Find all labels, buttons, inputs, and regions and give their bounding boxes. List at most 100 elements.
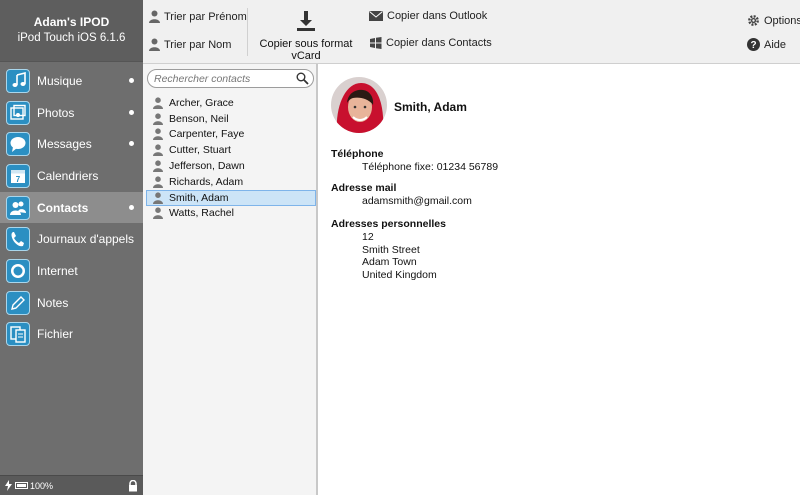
- contact-row[interactable]: Carpenter, Faye: [146, 127, 316, 143]
- toolbar: Trier par Prénom Trier par Nom Copier so…: [143, 0, 800, 64]
- contact-row-name: Benson, Neil: [169, 112, 229, 125]
- device-model: iPod Touch iOS 6.1.6: [17, 32, 126, 44]
- address-title: Adresses personnelles: [331, 218, 446, 230]
- sort-by-lastname-button[interactable]: Trier par Nom: [149, 38, 231, 51]
- person-icon: [153, 113, 163, 125]
- internet-icon: [6, 258, 30, 283]
- download-icon: [297, 11, 315, 31]
- phone-title: Téléphone: [331, 148, 384, 160]
- contact-detail: Smith, Adam Téléphone Téléphone fixe: 01…: [318, 64, 800, 495]
- contact-row[interactable]: Watts, Rachel: [146, 206, 316, 222]
- contact-row[interactable]: Cutter, Stuart: [146, 142, 316, 158]
- contact-row[interactable]: Richards, Adam: [146, 174, 316, 190]
- svg-text:7: 7: [16, 175, 21, 184]
- person-icon: [153, 144, 163, 157]
- help-button[interactable]: ? Aide: [747, 38, 786, 51]
- search-input[interactable]: [154, 72, 294, 85]
- contact-row-name: Watts, Rachel: [169, 207, 234, 220]
- sidebar-item-label: Internet: [37, 263, 78, 278]
- copy-to-contacts-button[interactable]: Copier dans Contacts: [369, 37, 492, 49]
- person-icon: [149, 38, 160, 51]
- sidebar-item-journaux-d-appels[interactable]: Journaux d'appels: [0, 223, 143, 255]
- battery-level: 100%: [30, 480, 54, 491]
- charging-icon: [5, 480, 12, 491]
- calendar-icon: 7: [6, 163, 30, 188]
- sync-dot: [129, 204, 134, 210]
- gear-icon: [748, 15, 759, 26]
- sidebar-item-musique[interactable]: Musique: [0, 65, 143, 97]
- phone-value: Téléphone fixe: 01234 56789: [362, 161, 499, 173]
- sync-dot: [129, 141, 134, 147]
- contact-row-name: Richards, Adam: [169, 175, 244, 188]
- options-button[interactable]: Options: [747, 14, 800, 27]
- sidebar-item-internet[interactable]: Internet: [0, 255, 143, 287]
- contact-row[interactable]: Jefferson, Dawn: [146, 158, 316, 174]
- messages-icon: [6, 132, 30, 157]
- address-line: Smith Street: [362, 243, 420, 256]
- lock-icon[interactable]: [128, 480, 138, 492]
- sidebar-item-label: Messages: [37, 137, 92, 152]
- device-name: Adam's IPOD: [33, 15, 110, 29]
- sync-dot: [129, 78, 134, 83]
- address-line: Adam Town: [362, 256, 417, 269]
- contact-row-name: Archer, Grace: [169, 96, 234, 109]
- contact-list-pane: Archer, Grace Benson, Neil Carpenter, Faye…: [143, 64, 318, 495]
- contact-row[interactable]: Benson, Neil: [146, 111, 316, 127]
- sidebar-item-fichier[interactable]: Fichier: [0, 319, 143, 351]
- sidebar-item-label: Fichier: [37, 327, 74, 342]
- contact-row-name: Jefferson, Dawn: [169, 160, 245, 173]
- phone-section: Téléphone Téléphone fixe: 01234 56789: [331, 148, 498, 174]
- email-section: Adresse mail adamsmith@gmail.com: [331, 182, 472, 208]
- photos-icon: [6, 100, 30, 125]
- contact-name: Smith, Adam: [394, 100, 467, 114]
- sync-dot: [129, 109, 134, 115]
- sidebar-item-label: Photos: [37, 105, 75, 120]
- sidebar-item-photos[interactable]: Photos: [0, 97, 143, 129]
- copy-vcard-button[interactable]: Copier sous format vCard: [251, 10, 361, 62]
- svg-text:?: ?: [750, 40, 756, 51]
- email-value: adamsmith@gmail.com: [362, 195, 472, 207]
- contact-row-name: Cutter, Stuart: [169, 144, 231, 157]
- person-icon: [149, 10, 160, 23]
- notes-icon: [6, 290, 30, 315]
- windows-icon: [370, 37, 382, 49]
- email-title: Adresse mail: [331, 182, 397, 194]
- copy-to-outlook-button[interactable]: Copier dans Outlook: [369, 10, 487, 22]
- sidebar-item-label: Calendriers: [37, 168, 99, 183]
- sidebar-nav: Musique Photos Messages 7 Calendriers Contact…: [0, 65, 143, 350]
- contact-photo: [331, 77, 387, 133]
- contact-row-name: Smith, Adam: [169, 191, 229, 204]
- contacts-icon: [6, 195, 30, 220]
- person-icon: [153, 128, 163, 141]
- status-bar: 100%: [0, 475, 143, 495]
- contact-row-name: Carpenter, Faye: [169, 128, 245, 141]
- battery-icon: [15, 482, 28, 489]
- sidebar-item-notes[interactable]: Notes: [0, 287, 143, 319]
- person-icon: [153, 97, 163, 109]
- sidebar-item-contacts[interactable]: Contacts: [0, 191, 143, 224]
- contact-list: Archer, Grace Benson, Neil Carpenter, Faye…: [146, 95, 316, 221]
- search-box[interactable]: [147, 69, 314, 88]
- contact-row[interactable]: Archer, Grace: [146, 95, 316, 111]
- sidebar-item-messages[interactable]: Messages: [0, 128, 143, 160]
- sort-by-firstname-button[interactable]: Trier par Prénom: [149, 10, 247, 23]
- person-icon: [153, 192, 163, 204]
- help-icon: ?: [747, 38, 760, 51]
- person-icon: [153, 160, 163, 173]
- address-section: Adresses personnelles 12 Smith Street Adam…: [331, 218, 446, 282]
- device-header: Adam's IPOD iPod Touch iOS 6.1.6: [0, 0, 143, 62]
- search-icon[interactable]: [296, 72, 309, 85]
- sidebar-item-label: Notes: [37, 295, 69, 310]
- address-line: United Kingdom: [362, 269, 437, 282]
- sidebar-item-calendriers[interactable]: 7 Calendriers: [0, 160, 143, 192]
- sidebar: Adam's IPOD iPod Touch iOS 6.1.6 Musique…: [0, 0, 143, 495]
- address-line: 12: [362, 231, 374, 243]
- address-lines: 12 Smith Street Adam Town United Kingdom: [331, 231, 446, 282]
- sidebar-item-label: Musique: [37, 73, 83, 88]
- sidebar-item-label: Journaux d'appels: [37, 232, 135, 247]
- phone-icon: [6, 227, 30, 252]
- contact-row[interactable]: Smith, Adam: [146, 189, 316, 206]
- person-icon: [153, 176, 163, 188]
- person-icon: [153, 207, 163, 220]
- music-icon: [6, 68, 30, 93]
